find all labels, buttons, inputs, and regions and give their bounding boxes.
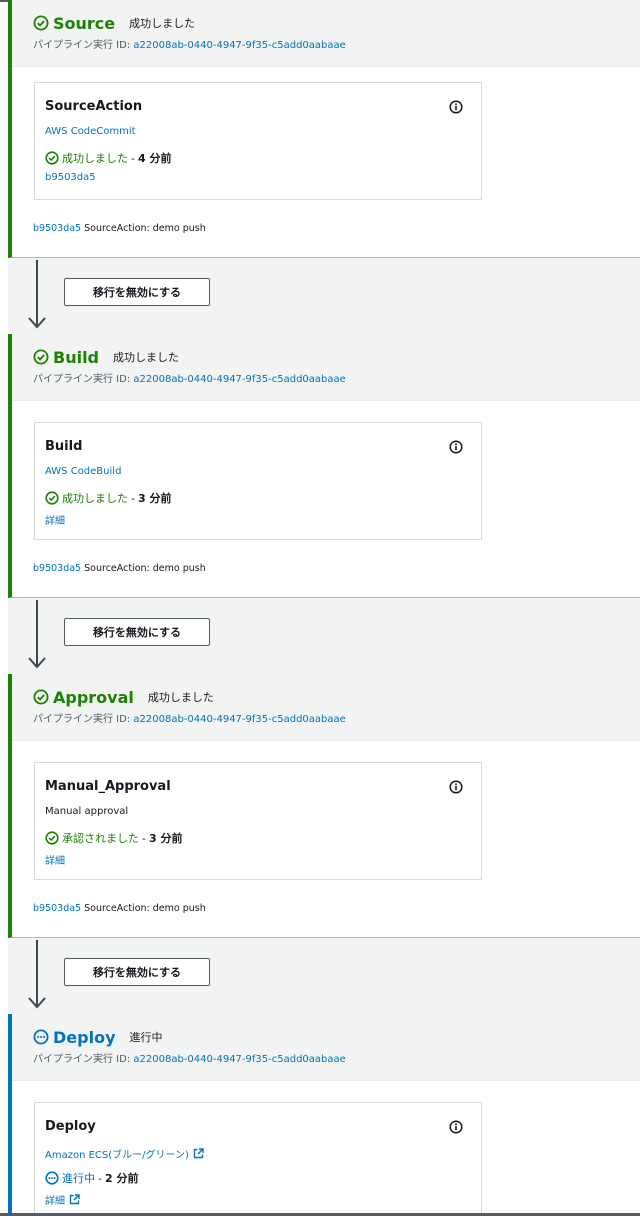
info-icon[interactable]	[449, 100, 463, 114]
stage-header: Build 成功しました パイプライン実行 ID: a22008ab-0440-…	[12, 334, 640, 401]
action-provider-link[interactable]: Amazon ECS(ブルー/グリーン)	[45, 1146, 204, 1161]
disable-transition-button[interactable]: 移行を無効にする	[64, 618, 210, 646]
arrow-down-icon	[28, 260, 46, 329]
commit-row: b9503da5 SourceAction: demo push	[33, 223, 206, 234]
action-status: 成功しました - 4 分前	[45, 150, 171, 166]
stage-header: Source 成功しました パイプライン実行 ID: a22008ab-0440…	[12, 0, 640, 67]
stage-name: Source	[53, 13, 116, 33]
execution-id-row: パイプライン実行 ID: a22008ab-0440-4947-9f35-c5a…	[33, 36, 640, 51]
external-link-icon	[69, 1194, 80, 1205]
execution-id-label: パイプライン実行 ID:	[33, 40, 134, 51]
commit-message: SourceAction: demo push	[84, 223, 206, 234]
stage-header: Approval 成功しました パイプライン実行 ID: a22008ab-04…	[12, 674, 640, 741]
action-provider: Manual approval	[45, 806, 129, 817]
action-details-link-text: b9503da5	[45, 172, 96, 183]
arrow-down-icon	[28, 600, 46, 669]
ellipsis-circle-icon	[45, 1171, 59, 1185]
execution-id-label: パイプライン実行 ID:	[33, 714, 134, 725]
execution-id-link[interactable]: a22008ab-0440-4947-9f35-c5add0aabaae	[133, 714, 345, 725]
action-status-text: 進行中	[62, 1172, 95, 1185]
action-card-approval: Manual_Approval Manual approval 承認されました …	[34, 762, 482, 880]
execution-id-row: パイプライン実行 ID: a22008ab-0440-4947-9f35-c5a…	[33, 710, 640, 725]
stage-name: Deploy	[53, 1027, 116, 1047]
commit-id-link[interactable]: b9503da5	[33, 903, 81, 914]
stage-build: Build 成功しました パイプライン実行 ID: a22008ab-0440-…	[8, 334, 640, 598]
status-separator: -	[131, 491, 135, 505]
action-name: Manual_Approval	[45, 779, 171, 794]
check-circle-icon	[33, 349, 49, 365]
action-details-link-text: 詳細	[45, 516, 65, 527]
stage-deploy: Deploy 進行中 パイプライン実行 ID: a22008ab-0440-49…	[8, 1014, 640, 1216]
disable-transition-button[interactable]: 移行を無効にする	[64, 958, 210, 986]
commit-message: SourceAction: demo push	[84, 903, 206, 914]
execution-id-link[interactable]: a22008ab-0440-4947-9f35-c5add0aabaae	[133, 1054, 345, 1065]
stage-header: Deploy 進行中 パイプライン実行 ID: a22008ab-0440-49…	[12, 1014, 640, 1081]
action-name: SourceAction	[45, 99, 143, 114]
commit-message: SourceAction: demo push	[84, 563, 206, 574]
action-details-link[interactable]: b9503da5	[45, 172, 96, 183]
stage-approval: Approval 成功しました パイプライン実行 ID: a22008ab-04…	[8, 674, 640, 938]
external-link-icon	[193, 1148, 204, 1159]
commit-row: b9503da5 SourceAction: demo push	[33, 563, 206, 574]
transition: 移行を無効にする	[8, 938, 640, 1014]
commit-id-link[interactable]: b9503da5	[33, 223, 81, 234]
action-details-link[interactable]: 詳細	[45, 852, 65, 867]
action-details-link-text: 詳細	[45, 856, 65, 867]
info-icon[interactable]	[449, 780, 463, 794]
stage-source: Source 成功しました パイプライン実行 ID: a22008ab-0440…	[8, 0, 640, 258]
action-status: 成功しました - 3 分前	[45, 490, 171, 506]
action-card-deploy: Deploy Amazon ECS(ブルー/グリーン) 進行中 - 2 分前 詳…	[34, 1102, 482, 1216]
action-provider-link[interactable]: AWS CodeCommit	[45, 126, 136, 137]
action-status-time: 3 分前	[148, 832, 183, 845]
action-card-build: Build AWS CodeBuild 成功しました - 3 分前 詳細	[34, 422, 482, 540]
stage-name: Build	[53, 347, 100, 367]
action-details-link-text: 詳細	[45, 1196, 65, 1207]
stage-name: Approval	[53, 687, 134, 707]
check-circle-icon	[33, 689, 49, 705]
commit-id-link[interactable]: b9503da5	[33, 563, 81, 574]
stage-status: 成功しました	[147, 691, 214, 704]
action-name: Deploy	[45, 1119, 96, 1134]
stage-status: 成功しました	[129, 17, 196, 30]
action-details-link[interactable]: 詳細	[45, 512, 65, 527]
check-circle-icon	[45, 491, 59, 505]
action-provider-link[interactable]: AWS CodeBuild	[45, 466, 121, 477]
action-status-time: 3 分前	[137, 492, 172, 505]
action-status-text: 承認されました	[62, 832, 139, 845]
transition: 移行を無効にする	[8, 598, 640, 674]
action-status: 進行中 - 2 分前	[45, 1170, 138, 1186]
commit-row: b9503da5 SourceAction: demo push	[33, 903, 206, 914]
execution-id-row: パイプライン実行 ID: a22008ab-0440-4947-9f35-c5a…	[33, 370, 640, 385]
action-provider-text: Amazon ECS(ブルー/グリーン)	[45, 1150, 189, 1161]
action-name: Build	[45, 439, 83, 454]
execution-id-link[interactable]: a22008ab-0440-4947-9f35-c5add0aabaae	[133, 374, 345, 385]
check-circle-icon	[33, 15, 49, 31]
arrow-down-icon	[28, 940, 46, 1009]
action-status: 承認されました - 3 分前	[45, 830, 182, 846]
transition: 移行を無効にする	[8, 258, 640, 334]
status-separator: -	[98, 1171, 102, 1185]
status-separator: -	[131, 151, 135, 165]
action-details-link[interactable]: 詳細	[45, 1192, 80, 1207]
check-circle-icon	[45, 151, 59, 165]
info-icon[interactable]	[449, 1120, 463, 1134]
disable-transition-button[interactable]: 移行を無効にする	[64, 278, 210, 306]
execution-id-link[interactable]: a22008ab-0440-4947-9f35-c5add0aabaae	[133, 40, 345, 51]
action-status-time: 4 分前	[137, 152, 172, 165]
action-status-time: 2 分前	[104, 1172, 139, 1185]
action-status-text: 成功しました	[62, 152, 128, 165]
action-card-source: SourceAction AWS CodeCommit 成功しました - 4 分…	[34, 82, 482, 200]
info-icon[interactable]	[449, 440, 463, 454]
execution-id-row: パイプライン実行 ID: a22008ab-0440-4947-9f35-c5a…	[33, 1050, 640, 1065]
stage-status: 進行中	[129, 1031, 163, 1044]
status-separator: -	[142, 831, 146, 845]
ellipsis-circle-icon	[33, 1029, 49, 1045]
stage-status: 成功しました	[113, 351, 180, 364]
check-circle-icon	[45, 831, 59, 845]
action-status-text: 成功しました	[62, 492, 128, 505]
execution-id-label: パイプライン実行 ID:	[33, 374, 134, 385]
execution-id-label: パイプライン実行 ID:	[33, 1054, 134, 1065]
